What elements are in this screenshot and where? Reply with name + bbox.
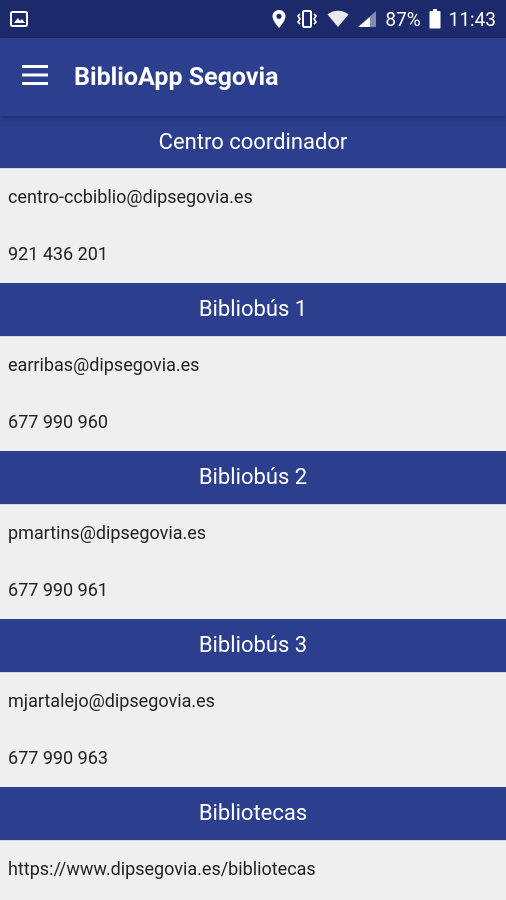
status-time: 11:43: [448, 7, 496, 31]
wifi-icon: [327, 10, 349, 28]
menu-button[interactable]: [0, 38, 70, 116]
gallery-icon: [10, 10, 28, 28]
section-header: Centro coordinador: [0, 116, 506, 169]
email-link[interactable]: centro-ccbiblio@dipsegovia.es: [0, 169, 506, 226]
section-centro-coordinador: Centro coordinador centro-ccbiblio@dipse…: [0, 116, 506, 283]
phone-link[interactable]: 677 990 963: [0, 730, 506, 787]
status-right: 87% 11:43: [271, 8, 496, 31]
email-link[interactable]: mjartalejo@dipsegovia.es: [0, 673, 506, 730]
email-link[interactable]: pmartins@dipsegovia.es: [0, 505, 506, 562]
location-icon: [271, 9, 287, 29]
contact-list[interactable]: Centro coordinador centro-ccbiblio@dipse…: [0, 116, 506, 900]
status-left: [10, 10, 28, 28]
phone-link[interactable]: 677 990 960: [0, 394, 506, 451]
battery-icon: [429, 9, 441, 29]
section-bibliobus-1: Bibliobús 1 earribas@dipsegovia.es 677 9…: [0, 283, 506, 451]
section-bibliotecas: Bibliotecas https://www.dipsegovia.es/bi…: [0, 787, 506, 898]
hamburger-menu-icon: [21, 64, 49, 90]
signal-icon: [357, 10, 377, 28]
web-link[interactable]: https://www.dipsegovia.es/bibliotecas: [0, 841, 506, 898]
app-title: BiblioApp Segovia: [74, 62, 279, 92]
app-bar: BiblioApp Segovia: [0, 38, 506, 116]
status-bar: 87% 11:43: [0, 0, 506, 38]
section-header: Bibliobús 3: [0, 619, 506, 673]
phone-link[interactable]: 677 990 961: [0, 562, 506, 619]
phone-link[interactable]: 921 436 201: [0, 226, 506, 283]
section-header: Bibliobús 1: [0, 283, 506, 337]
battery-percentage: 87%: [385, 7, 421, 31]
section-header: Bibliotecas: [0, 787, 506, 841]
section-header: Bibliobús 2: [0, 451, 506, 505]
email-link[interactable]: earribas@dipsegovia.es: [0, 337, 506, 394]
vibrate-icon: [295, 10, 319, 28]
section-bibliobus-2: Bibliobús 2 pmartins@dipsegovia.es 677 9…: [0, 451, 506, 619]
section-bibliobus-3: Bibliobús 3 mjartalejo@dipsegovia.es 677…: [0, 619, 506, 787]
